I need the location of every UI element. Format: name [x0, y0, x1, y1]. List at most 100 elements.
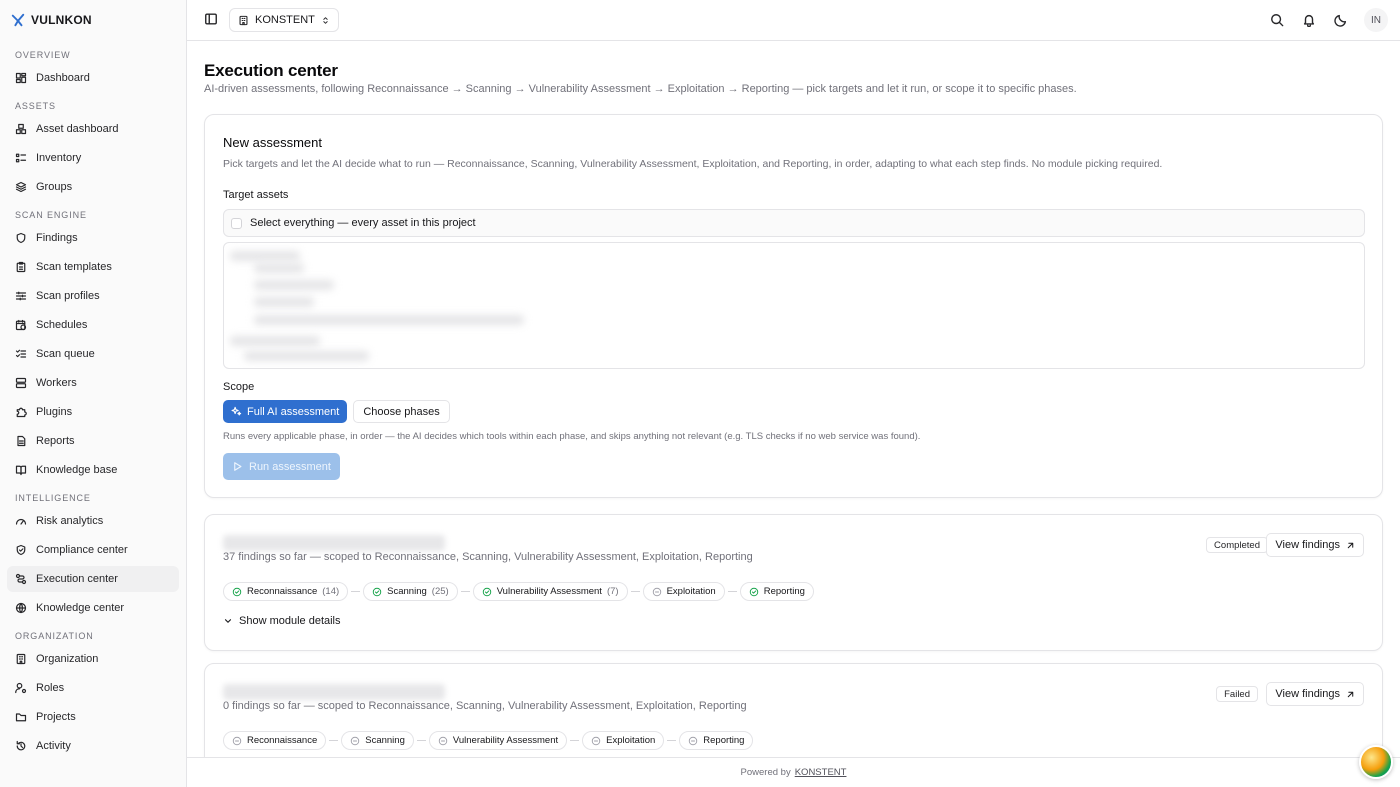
sidebar-item-organization[interactable]: Organization [7, 646, 179, 672]
nav-section-label: SCAN ENGINE [15, 210, 87, 220]
phase-chip-reconnaissance[interactable]: Reconnaissance [223, 731, 327, 750]
run-assessment-button[interactable]: Run assessment [223, 453, 340, 480]
sidebar-item-label: Asset dashboard [36, 123, 119, 135]
notifications-button[interactable] [1300, 8, 1318, 32]
sidebar-item-knowledge-center[interactable]: Knowledge center [7, 595, 179, 621]
phase-chip-vulnerability-assessment[interactable]: Vulnerability Assessment (7) [472, 582, 628, 601]
sidebar-item-activity[interactable]: Activity [7, 733, 179, 759]
nav-section-organization: ORGANIZATION Organization Roles Projects… [0, 629, 186, 759]
arrow-up-right-icon [1347, 542, 1354, 548]
target-asset-list[interactable] [223, 242, 1365, 369]
phase-connector [416, 740, 426, 741]
sidebar-item-roles[interactable]: Roles [7, 675, 179, 701]
show-module-details-toggle[interactable]: Show module details [223, 615, 341, 627]
sidebar-item-label: Findings [36, 232, 78, 244]
view-findings-button[interactable]: View findings [1266, 533, 1364, 557]
sidebar-item-compliance-center[interactable]: Compliance center [7, 537, 179, 563]
sidebar-item-knowledge-base[interactable]: Knowledge base [7, 457, 179, 483]
nav-section-label: INTELLIGENCE [15, 493, 91, 503]
sidebar-item-inventory[interactable]: Inventory [7, 145, 179, 171]
redacted-run-title [223, 535, 445, 551]
project-switcher[interactable]: KONSTENT [229, 8, 339, 32]
brand[interactable]: VULNKON [0, 0, 186, 40]
book-icon [15, 465, 27, 476]
sidebar-item-label: Knowledge base [36, 464, 118, 476]
search-button[interactable] [1268, 8, 1286, 32]
sidebar-item-plugins[interactable]: Plugins [7, 399, 179, 425]
phase-pipeline: Reconnaissance Scanning Vulnerability As… [223, 731, 754, 750]
sidebar-item-dashboard[interactable]: Dashboard [7, 65, 179, 91]
sidebar-item-findings[interactable]: Findings [7, 225, 179, 251]
phase-connector [351, 591, 361, 592]
status-badge: Failed [1216, 686, 1258, 702]
module-toggle-label: Show module details [239, 615, 341, 627]
phase-label: Vulnerability Assessment [496, 586, 602, 597]
scope-note: Runs every applicable phase, in order — … [223, 431, 921, 442]
phase-label: Exploitation [666, 586, 716, 597]
server-icon [15, 377, 27, 389]
sidebar-item-reports[interactable]: Reports [7, 428, 179, 454]
sidebar-item-label: Projects [36, 711, 76, 723]
view-findings-button[interactable]: View findings [1266, 682, 1364, 706]
checkbox-box[interactable] [231, 217, 242, 229]
phase-chip-vulnerability-assessment[interactable]: Vulnerability Assessment [428, 731, 568, 750]
sidebar-item-scan-templates[interactable]: Scan templates [7, 254, 179, 280]
footer-link[interactable]: KONSTENT [795, 767, 847, 778]
route-icon [15, 573, 27, 585]
list-icon [15, 153, 27, 163]
phase-chip-exploitation[interactable]: Exploitation [582, 731, 665, 750]
sidebar-item-schedules[interactable]: Schedules [7, 312, 179, 338]
sidebar-item-risk-analytics[interactable]: Risk analytics [7, 508, 179, 534]
top-bar: KONSTENT IN [187, 0, 1400, 41]
sidebar-item-scan-profiles[interactable]: Scan profiles [7, 283, 179, 309]
phase-chip-reconnaissance[interactable]: Reconnaissance (14) [223, 582, 349, 601]
sparkles-icon [231, 406, 242, 416]
nav-section-assets: ASSETS Asset dashboard Inventory Groups [0, 99, 186, 200]
sidebar-item-asset-dashboard[interactable]: Asset dashboard [7, 116, 179, 142]
scope-label: Scope [223, 381, 255, 393]
phase-connector [630, 591, 640, 592]
assessment-run-card: 37 findings so far — scoped to Reconnais… [204, 514, 1383, 651]
sidebar-item-label: Groups [36, 181, 73, 193]
view-findings-label: View findings [1275, 688, 1340, 700]
moon-icon [1334, 14, 1347, 27]
phase-chip-reporting[interactable]: Reporting [679, 731, 754, 750]
user-cog-icon [15, 682, 27, 694]
sidebar-item-workers[interactable]: Workers [7, 370, 179, 396]
project-name: KONSTENT [255, 14, 315, 26]
sidebar-item-execution-center[interactable]: Execution center [7, 566, 179, 592]
sidebar-item-scan-queue[interactable]: Scan queue [7, 341, 179, 367]
clipboard-icon [16, 261, 26, 273]
status-badge: Completed [1206, 537, 1268, 553]
sidebar-toggle-button[interactable] [204, 12, 218, 29]
sidebar-item-groups[interactable]: Groups [7, 174, 179, 200]
shield-icon [16, 232, 26, 244]
full-ai-assessment-button[interactable]: Full AI assessment [223, 400, 348, 423]
phase-connector [329, 740, 339, 741]
select-all-assets-checkbox[interactable]: Select everything — every asset in this … [223, 209, 1365, 237]
phase-label: Reconnaissance [247, 586, 318, 597]
phase-chip-scanning[interactable]: Scanning [341, 731, 414, 750]
phase-label: Reporting [703, 735, 745, 746]
sidebar-item-label: Organization [36, 653, 99, 665]
choose-phases-label: Choose phases [363, 405, 440, 418]
redacted-asset-row [254, 263, 304, 273]
phase-count: (14) [322, 586, 340, 597]
sidebar-item-projects[interactable]: Projects [7, 704, 179, 730]
phase-chip-reporting[interactable]: Reporting [739, 582, 814, 601]
avatar[interactable]: IN [1364, 8, 1388, 32]
theme-toggle-button[interactable] [1332, 8, 1350, 32]
sliders-icon [15, 291, 27, 301]
new-assessment-description: Pick targets and let the AI decide what … [223, 158, 1163, 170]
scope-options: Full AI assessment Choose phases [223, 400, 450, 423]
phase-chip-exploitation[interactable]: Exploitation [642, 582, 725, 601]
phase-chip-scanning[interactable]: Scanning (25) [363, 582, 458, 601]
bell-icon [1303, 14, 1315, 27]
nav-section-intelligence: INTELLIGENCE Risk analytics Compliance c… [0, 491, 186, 621]
assistant-avatar-button[interactable] [1359, 745, 1393, 779]
choose-phases-button[interactable]: Choose phases [353, 400, 450, 423]
full-ai-assessment-label: Full AI assessment [247, 405, 340, 418]
phase-pipeline: Reconnaissance (14) Scanning (25) Vulner… [223, 582, 814, 601]
nav-section-scan-engine: SCAN ENGINE Findings Scan templates Scan… [0, 208, 186, 483]
sidebar-item-label: Scan templates [36, 261, 112, 273]
